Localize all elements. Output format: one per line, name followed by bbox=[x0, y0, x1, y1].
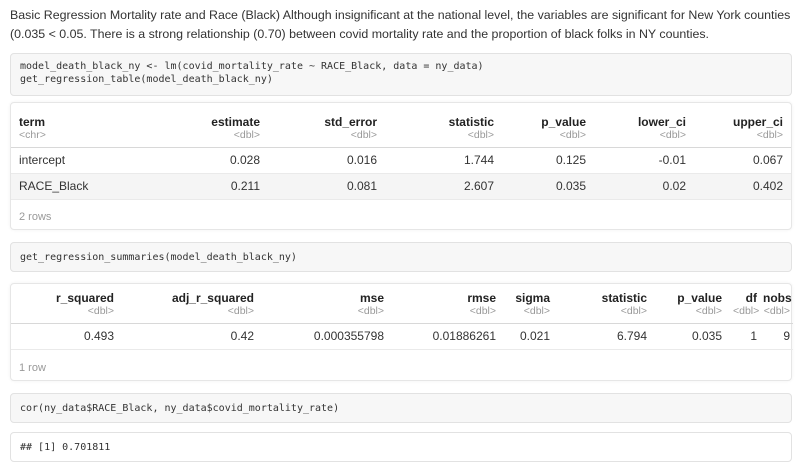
table-row: intercept 0.028 0.016 1.744 0.125 -0.01 … bbox=[11, 147, 791, 174]
regression-table: term estimate std_error statistic p_valu… bbox=[11, 114, 791, 200]
column-header-term[interactable]: term bbox=[11, 114, 123, 129]
table-cell: 0.000355798 bbox=[262, 323, 392, 350]
row-count-footer: 1 row bbox=[19, 362, 46, 374]
table-cell: 0.493 bbox=[11, 323, 122, 350]
code-line: model_death_black_ny <- lm(covid_mortali… bbox=[20, 61, 484, 72]
table-cell: 0.01886261 bbox=[392, 323, 504, 350]
table-cell: 0.028 bbox=[123, 147, 268, 174]
column-header-estimate[interactable]: estimate bbox=[123, 114, 268, 129]
table-cell: 0.067 bbox=[694, 147, 791, 174]
table-cell: 0.021 bbox=[504, 323, 558, 350]
column-type: <dbl> bbox=[760, 305, 793, 324]
column-header-statistic[interactable]: statistic bbox=[558, 290, 655, 305]
column-header-adj-r-squared[interactable]: adj_r_squared bbox=[122, 290, 262, 305]
table-cell: 0.402 bbox=[694, 173, 791, 200]
column-type: <dbl> bbox=[11, 305, 122, 324]
code-line: get_regression_summaries(model_death_bla… bbox=[20, 252, 297, 263]
column-header-std-error[interactable]: std_error bbox=[268, 114, 385, 129]
table-cell: 6.794 bbox=[558, 323, 655, 350]
table-cell: 0.035 bbox=[655, 323, 730, 350]
regression-summaries-table: r_squared adj_r_squared mse rmse sigma s… bbox=[11, 290, 793, 350]
table-cell: 0.035 bbox=[502, 173, 594, 200]
row-count-footer: 2 rows bbox=[19, 211, 52, 223]
column-header-r-squared[interactable]: r_squared bbox=[11, 290, 122, 305]
column-type: <dbl> bbox=[655, 305, 730, 324]
column-header-p-value[interactable]: p_value bbox=[655, 290, 730, 305]
table-cell: 1.744 bbox=[385, 147, 502, 174]
column-type: <dbl> bbox=[594, 129, 694, 148]
column-header-upper-ci[interactable]: upper_ci bbox=[694, 114, 791, 129]
table-cell: 9 bbox=[760, 323, 793, 350]
table-cell: intercept bbox=[11, 147, 123, 174]
regression-table-output: term estimate std_error statistic p_valu… bbox=[10, 102, 792, 230]
column-header-statistic[interactable]: statistic bbox=[385, 114, 502, 129]
table-cell: 2.607 bbox=[385, 173, 502, 200]
column-header-p-value[interactable]: p_value bbox=[502, 114, 594, 129]
table-cell: 1 bbox=[730, 323, 760, 350]
column-type: <dbl> bbox=[504, 305, 558, 324]
column-header-nobs[interactable]: nobs bbox=[760, 290, 793, 305]
table-cell: RACE_Black bbox=[11, 173, 123, 200]
column-header-df[interactable]: df bbox=[730, 290, 760, 305]
column-type: <dbl> bbox=[392, 305, 504, 324]
code-line: get_regression_table(model_death_black_n… bbox=[20, 74, 273, 85]
output-line: ## [1] 0.701811 bbox=[20, 442, 111, 453]
column-type: <dbl> bbox=[385, 129, 502, 148]
regression-summaries-output: r_squared adj_r_squared mse rmse sigma s… bbox=[10, 283, 793, 381]
column-header-rmse[interactable]: rmse bbox=[392, 290, 504, 305]
column-header-mse[interactable]: mse bbox=[262, 290, 392, 305]
table-cell: 0.211 bbox=[123, 173, 268, 200]
table-row: RACE_Black 0.211 0.081 2.607 0.035 0.02 … bbox=[11, 173, 791, 200]
code-chunk-regression-table[interactable]: model_death_black_ny <- lm(covid_mortali… bbox=[10, 53, 792, 96]
column-type: <dbl> bbox=[122, 305, 262, 324]
column-type: <dbl> bbox=[268, 129, 385, 148]
column-header-lower-ci[interactable]: lower_ci bbox=[594, 114, 694, 129]
column-type: <dbl> bbox=[694, 129, 791, 148]
correlation-output: ## [1] 0.701811 bbox=[10, 432, 792, 462]
code-chunk-regression-summaries[interactable]: get_regression_summaries(model_death_bla… bbox=[10, 242, 792, 272]
table-cell: 0.42 bbox=[122, 323, 262, 350]
table-cell: 0.081 bbox=[268, 173, 385, 200]
column-type: <chr> bbox=[11, 129, 123, 148]
intro-paragraph: Basic Regression Mortality rate and Race… bbox=[10, 8, 791, 41]
table-row: 0.493 0.42 0.000355798 0.01886261 0.021 … bbox=[11, 323, 793, 350]
column-type: <dbl> bbox=[558, 305, 655, 324]
code-chunk-correlation[interactable]: cor(ny_data$RACE_Black, ny_data$covid_mo… bbox=[10, 393, 792, 423]
table-cell: 0.125 bbox=[502, 147, 594, 174]
column-type: <dbl> bbox=[730, 305, 760, 324]
code-line: cor(ny_data$RACE_Black, ny_data$covid_mo… bbox=[20, 403, 340, 414]
column-type: <dbl> bbox=[123, 129, 268, 148]
column-type: <dbl> bbox=[262, 305, 392, 324]
table-cell: 0.02 bbox=[594, 173, 694, 200]
column-type: <dbl> bbox=[502, 129, 594, 148]
table-cell: -0.01 bbox=[594, 147, 694, 174]
table-cell: 0.016 bbox=[268, 147, 385, 174]
column-header-sigma[interactable]: sigma bbox=[504, 290, 558, 305]
